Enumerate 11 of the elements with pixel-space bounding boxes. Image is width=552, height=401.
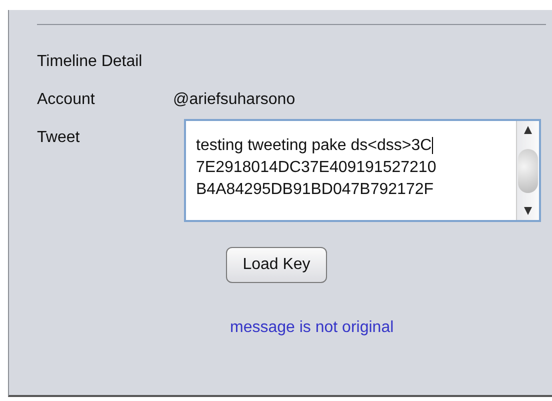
field-label: Account bbox=[37, 91, 96, 109]
status-message: message is not original bbox=[230, 319, 395, 337]
scroll-thumb[interactable] bbox=[518, 148, 538, 192]
scroll-down-icon[interactable] bbox=[523, 206, 533, 216]
account-value: @ariefsuharsono bbox=[173, 91, 296, 109]
tweet-text-area[interactable]: testing tweeting pake ds<dss>3C 7E2918014DC37E409191527210 B4A84295DB91BD047B792172F bbox=[184, 119, 541, 222]
section-title: Timeline Detail bbox=[37, 53, 144, 71]
scroll-up-icon[interactable] bbox=[523, 125, 533, 135]
field-label: Tweet bbox=[37, 129, 81, 147]
vertical-scrollbar[interactable] bbox=[516, 121, 539, 220]
load-key-button[interactable]: Load Key bbox=[226, 247, 328, 283]
